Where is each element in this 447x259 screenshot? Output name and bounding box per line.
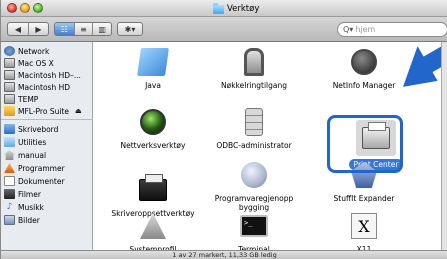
documents-icon bbox=[4, 176, 15, 186]
vertical-scrollbar[interactable] bbox=[441, 42, 447, 250]
file-item-x11[interactable]: X X11 bbox=[318, 210, 410, 254]
forward-button[interactable]: ▶ bbox=[28, 23, 48, 35]
status-text: 1 av 27 markert, 11,33 GB ledig bbox=[172, 251, 277, 259]
music-icon: ♪ bbox=[6, 202, 13, 212]
sidebar-item-label: Filmer bbox=[18, 189, 41, 199]
file-item-netinfo-manager[interactable]: NetInfo Manager bbox=[318, 46, 410, 90]
odbc-icon bbox=[245, 108, 263, 136]
sidebar-item-skrivebord[interactable]: Skrivebord bbox=[4, 123, 58, 135]
sidebar-item-label: Utilities bbox=[18, 137, 47, 147]
file-item-odbc-administrator[interactable]: ODBC-administrator bbox=[208, 106, 300, 150]
desktop-icon bbox=[4, 124, 15, 134]
sidebar-item-utilities[interactable]: Utilities bbox=[4, 136, 46, 148]
sidebar-item-label: Mac OS X bbox=[18, 58, 54, 68]
file-item-label: ODBC-administrator bbox=[216, 141, 292, 150]
sidebar: Network Mac OS X Macintosh HD–... Macint… bbox=[1, 42, 93, 254]
sidebar-item-label: Network bbox=[18, 46, 50, 56]
file-item-label: Java bbox=[145, 81, 161, 90]
sidebar-item-macintosh-hd-2[interactable]: Macintosh HD–... bbox=[4, 69, 81, 81]
sidebar-item-network[interactable]: Network bbox=[4, 45, 49, 57]
window-title: Verktøy bbox=[213, 2, 260, 15]
file-item-label: NetInfo Manager bbox=[332, 81, 396, 90]
sidebar-item-label: MFL-Pro Suite bbox=[18, 106, 69, 116]
sidebar-item-macintosh-hd[interactable]: Macintosh HD bbox=[4, 81, 70, 93]
search-icon: Q▾ bbox=[343, 25, 354, 34]
x11-icon: X bbox=[351, 213, 377, 239]
applications-icon bbox=[4, 163, 15, 173]
sidebar-item-label: Programmer bbox=[18, 163, 65, 173]
sidebar-item-dokumenter[interactable]: Dokumenter bbox=[4, 175, 65, 187]
movies-icon bbox=[4, 189, 15, 199]
sidebar-item-mfl-pro-suite[interactable]: MFL-Pro Suite ⏏ bbox=[4, 105, 82, 117]
sidebar-item-temp[interactable]: TEMP bbox=[4, 93, 38, 105]
pictures-icon bbox=[4, 215, 15, 225]
sidebar-item-programmer[interactable]: Programmer bbox=[4, 162, 65, 174]
close-button[interactable] bbox=[7, 3, 17, 13]
back-button[interactable]: ◀ bbox=[8, 23, 28, 35]
column-view-button[interactable]: ▥ bbox=[92, 23, 111, 35]
sidebar-item-bilder[interactable]: Bilder bbox=[4, 214, 40, 226]
installer-disk-icon bbox=[4, 106, 15, 116]
sidebar-item-label: Macintosh HD–... bbox=[18, 70, 81, 80]
netinfo-icon bbox=[351, 49, 377, 75]
folder-icon bbox=[4, 137, 15, 147]
toolbar: ◀ ▶ ☷ ≡ ▥ ✱▾ Q▾ hjem bbox=[1, 17, 447, 42]
hard-disk-icon bbox=[4, 70, 15, 80]
sidebar-item-label: TEMP bbox=[18, 94, 39, 104]
hard-disk-icon bbox=[4, 58, 15, 68]
finder-window: Verktøy ◀ ▶ ☷ ≡ ▥ ✱▾ Q▾ hjem Network Mac… bbox=[0, 0, 447, 259]
hard-disk-icon bbox=[4, 94, 15, 104]
back-forward-buttons: ◀ ▶ bbox=[7, 22, 49, 36]
title-bar[interactable]: Verktøy bbox=[1, 0, 447, 17]
java-folder-icon bbox=[137, 48, 169, 76]
sidebar-item-label: Musikk bbox=[18, 202, 44, 212]
hard-disk-icon bbox=[4, 82, 15, 92]
sidebar-item-mac-os-x[interactable]: Mac OS X bbox=[4, 57, 54, 69]
file-item-programvaregjenoppbygging[interactable]: Programvaregjenoppbygging bbox=[208, 159, 300, 212]
sidebar-item-label: Dokumenter bbox=[18, 176, 65, 186]
file-item-nokkelringtilgang[interactable]: Nøkkelringtilgang bbox=[208, 46, 300, 90]
sidebar-item-label: manual bbox=[18, 150, 47, 160]
status-bar: 1 av 27 markert, 11,33 GB ledig bbox=[1, 250, 447, 259]
sidebar-item-label: Skrivebord bbox=[18, 124, 59, 134]
terminal-icon: >_ bbox=[240, 215, 268, 237]
search-field[interactable]: Q▾ hjem bbox=[337, 22, 447, 37]
view-switcher: ☷ ≡ ▥ bbox=[54, 22, 112, 36]
script-icon bbox=[241, 162, 267, 188]
window-title-text: Verktøy bbox=[227, 4, 260, 14]
file-item-java[interactable]: Java bbox=[107, 46, 199, 90]
file-item-label: Nøkkelringtilgang bbox=[221, 81, 287, 90]
sidebar-item-label: Bilder bbox=[18, 215, 40, 225]
network-utility-icon bbox=[140, 109, 166, 135]
icon-view-button[interactable]: ☷ bbox=[55, 23, 74, 35]
system-profiler-icon bbox=[140, 213, 166, 239]
file-item-nettverksverktoy[interactable]: Nettverksverktøy bbox=[107, 106, 199, 150]
callout-highlight-box bbox=[327, 115, 403, 173]
file-item-terminal[interactable]: >_ Terminal bbox=[208, 210, 300, 254]
zoom-button[interactable] bbox=[33, 3, 43, 13]
sidebar-item-musikk[interactable]: ♪ Musikk bbox=[4, 201, 44, 213]
sidebar-item-filmer[interactable]: Filmer bbox=[4, 188, 41, 200]
sidebar-item-label: Macintosh HD bbox=[18, 82, 71, 92]
sidebar-item-manual[interactable]: manual bbox=[4, 149, 46, 161]
folder-icon bbox=[213, 2, 224, 14]
eject-icon[interactable]: ⏏ bbox=[75, 107, 82, 115]
file-item-label: Nettverksverktøy bbox=[120, 141, 186, 150]
printer-setup-icon bbox=[139, 174, 167, 201]
home-icon bbox=[4, 150, 15, 160]
minimize-button[interactable] bbox=[20, 3, 30, 13]
sidebar-divider bbox=[1, 119, 93, 120]
keychain-icon bbox=[244, 48, 264, 76]
network-icon bbox=[4, 46, 15, 56]
gear-icon: ✱▾ bbox=[124, 24, 136, 34]
file-item-label: StuffIt Expander bbox=[333, 194, 395, 203]
list-view-button[interactable]: ≡ bbox=[73, 23, 93, 35]
file-item-systemprofil[interactable]: Systemprofil bbox=[107, 210, 199, 254]
search-placeholder: hjem bbox=[355, 25, 376, 34]
action-menu-button[interactable]: ✱▾ bbox=[117, 22, 143, 36]
